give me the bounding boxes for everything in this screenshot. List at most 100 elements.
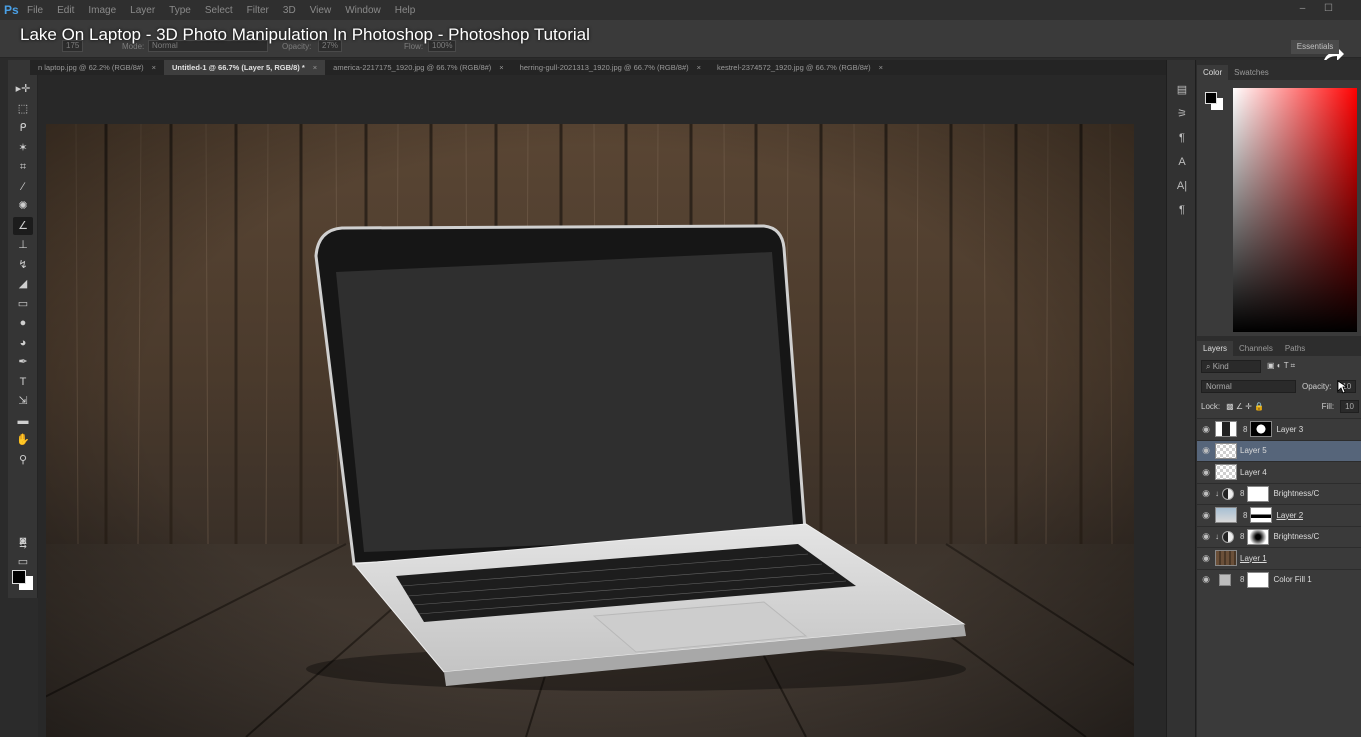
menu-view[interactable]: View	[303, 5, 339, 16]
filter-type-icons[interactable]: ▣ ◐ T ⌗	[1267, 361, 1295, 371]
quick-mask-icon[interactable]: ◙	[13, 532, 33, 550]
blur-tool-icon[interactable]: ●	[13, 314, 33, 332]
visibility-eye-icon[interactable]: ◉	[1197, 424, 1215, 435]
layer-row[interactable]: ◉ Layer 5	[1197, 439, 1361, 461]
layer-mask-thumbnail[interactable]	[1247, 485, 1270, 502]
layer-name: Brightness/C	[1273, 532, 1320, 541]
lasso-tool-icon[interactable]: ᑭ	[13, 119, 33, 137]
document-tab[interactable]: america-2217175_1920.jpg @ 66.7% (RGB/8#…	[325, 60, 512, 75]
lock-icons[interactable]: ▩ ∠ ✛ 🔒	[1226, 402, 1264, 411]
menu-3d[interactable]: 3D	[276, 5, 303, 16]
layer-row[interactable]: ◉ 8 Layer 3	[1197, 418, 1361, 439]
layer-mask-thumbnail[interactable]	[1247, 571, 1270, 588]
character-panel-icon[interactable]: A|	[1174, 178, 1190, 194]
layer-thumbnail	[1215, 442, 1237, 459]
paragraph-panel-icon[interactable]: ¶	[1174, 202, 1190, 218]
dodge-tool-icon[interactable]: ◕	[13, 334, 33, 352]
menu-window[interactable]: Window	[338, 5, 388, 16]
layer-thumbnail	[1215, 507, 1237, 523]
layer-kind-filter[interactable]: ⌕ Kind	[1201, 359, 1261, 373]
visibility-eye-icon[interactable]: ◉	[1197, 488, 1215, 499]
close-tab-icon[interactable]: ×	[313, 60, 317, 75]
panel-tab-color[interactable]: Color	[1197, 65, 1229, 80]
layer-row[interactable]: ◉ ↓ 8 Brightness/C	[1197, 525, 1361, 547]
panel-tab-channels[interactable]: Channels	[1233, 341, 1279, 356]
canvas-area[interactable]	[38, 75, 1166, 737]
kind-filter-label: Kind	[1212, 361, 1229, 371]
type-tool-icon[interactable]: T	[13, 373, 33, 391]
color-panel-foreground-swatch[interactable]	[1205, 92, 1217, 104]
move-tool-icon[interactable]: ▸✛	[13, 80, 33, 98]
panel-tab-layers[interactable]: Layers	[1197, 341, 1234, 356]
hand-tool-icon[interactable]: ✋	[13, 431, 33, 449]
layer-mask-thumbnail[interactable]	[1247, 528, 1270, 545]
close-tab-icon[interactable]: ×	[152, 60, 156, 75]
magic-wand-tool-icon[interactable]: ✶	[13, 139, 33, 157]
layer-row[interactable]: ◉ ↓ 8 Brightness/C	[1197, 482, 1361, 504]
shape-tool-icon[interactable]: ▬	[13, 412, 33, 430]
history-brush-tool-icon[interactable]: ↯	[13, 256, 33, 274]
app-menu-bar: Ps File Edit Image Layer Type Select Filter 3D V…	[0, 0, 1361, 20]
path-selection-tool-icon[interactable]: ⇲	[13, 392, 33, 410]
mask-link-icon[interactable]: 8	[1243, 511, 1247, 520]
visibility-eye-icon[interactable]: ◉	[1197, 553, 1215, 564]
menu-file[interactable]: File	[20, 5, 50, 16]
eraser-tool-icon[interactable]: ◢	[13, 275, 33, 293]
panel-tab-swatches[interactable]: Swatches	[1228, 65, 1275, 80]
document-tab[interactable]: herring-gull-2021313_1920.jpg @ 66.7% (R…	[512, 60, 709, 75]
document-tab[interactable]: kestrel-2374572_1920.jpg @ 66.7% (RGB/8#…	[709, 60, 891, 75]
document-tab[interactable]: Untitled-1 @ 66.7% (Layer 5, RGB/8) * ×	[163, 60, 326, 75]
visibility-eye-icon[interactable]: ◉	[1197, 574, 1215, 585]
menu-layer[interactable]: Layer	[123, 5, 162, 16]
visibility-eye-icon[interactable]: ◉	[1197, 467, 1215, 478]
blend-mode-select[interactable]: Normal	[1201, 379, 1296, 393]
document-tab[interactable]: n laptop.jpg @ 62.2% (RGB/8#) ×	[30, 60, 164, 75]
close-tab-icon[interactable]: ×	[697, 60, 701, 75]
layer-row[interactable]: ◉ 8 Color Fill 1	[1197, 568, 1361, 590]
foreground-color-swatch[interactable]	[12, 570, 26, 584]
healing-brush-tool-icon[interactable]: ✺	[13, 197, 33, 215]
layer-row[interactable]: ◉ Layer 4	[1197, 461, 1361, 482]
zoom-tool-icon[interactable]: ⚲	[13, 451, 33, 469]
close-tab-icon[interactable]: ×	[499, 60, 503, 75]
layer-mask-thumbnail[interactable]	[1250, 421, 1273, 437]
document-tab-label: herring-gull-2021313_1920.jpg @ 66.7% (R…	[519, 63, 689, 72]
menu-image[interactable]: Image	[81, 5, 123, 16]
character-styles-icon[interactable]: A	[1174, 154, 1190, 170]
eyedropper-tool-icon[interactable]: ∕	[13, 178, 33, 196]
menu-type[interactable]: Type	[162, 5, 198, 16]
screen-mode-icon[interactable]: ▭	[13, 553, 33, 571]
menu-filter[interactable]: Filter	[240, 5, 276, 16]
paragraph-styles-icon[interactable]: ¶	[1174, 130, 1190, 146]
brush-presets-icon[interactable]: ⚞	[1174, 106, 1190, 122]
mask-link-icon[interactable]: 8	[1240, 532, 1244, 541]
marquee-tool-icon[interactable]: ⬚	[13, 100, 33, 118]
layer-fill-field[interactable]: 10	[1340, 399, 1359, 413]
window-controls[interactable]: – ☐	[1300, 3, 1341, 14]
pen-tool-icon[interactable]: ✒	[13, 353, 33, 371]
menu-edit[interactable]: Edit	[50, 5, 81, 16]
clone-stamp-tool-icon[interactable]: ⊥	[13, 236, 33, 254]
tools-panel: ▸✛ ⬚ ᑭ ✶ ⌗ ∕ ✺ ∠ ⊥ ↯ ◢ ▭ ● ◕ ✒ T ⇲ ▬ ✋ ⚲ ⇆ ◙ ▭	[8, 60, 38, 598]
mask-link-icon[interactable]: 8	[1240, 489, 1244, 498]
gradient-tool-icon[interactable]: ▭	[13, 295, 33, 313]
brush-tool-icon[interactable]: ∠	[13, 216, 33, 235]
layer-mask-thumbnail[interactable]	[1250, 507, 1273, 523]
layer-name: Layer 2	[1276, 510, 1304, 520]
mask-link-icon[interactable]: 8	[1243, 425, 1247, 434]
menu-help[interactable]: Help	[388, 5, 423, 16]
workspace-switcher[interactable]: Essentials	[1291, 40, 1339, 54]
close-tab-icon[interactable]: ×	[879, 60, 883, 75]
visibility-eye-icon[interactable]: ◉	[1197, 510, 1215, 521]
mask-link-icon[interactable]: 8	[1240, 575, 1244, 584]
layer-row[interactable]: ◉ Layer 1	[1197, 547, 1361, 568]
layer-row[interactable]: ◉ 8 Layer 2	[1197, 504, 1361, 525]
history-panel-icon[interactable]: ▤	[1174, 82, 1190, 98]
visibility-eye-icon[interactable]: ◉	[1197, 531, 1215, 542]
crop-tool-icon[interactable]: ⌗	[13, 158, 33, 176]
visibility-eye-icon[interactable]: ◉	[1197, 445, 1215, 456]
panel-tab-paths[interactable]: Paths	[1279, 341, 1311, 356]
color-spectrum-field[interactable]	[1233, 88, 1357, 332]
canvas-image-laptop-on-wood[interactable]	[46, 124, 1134, 737]
menu-select[interactable]: Select	[198, 5, 240, 16]
